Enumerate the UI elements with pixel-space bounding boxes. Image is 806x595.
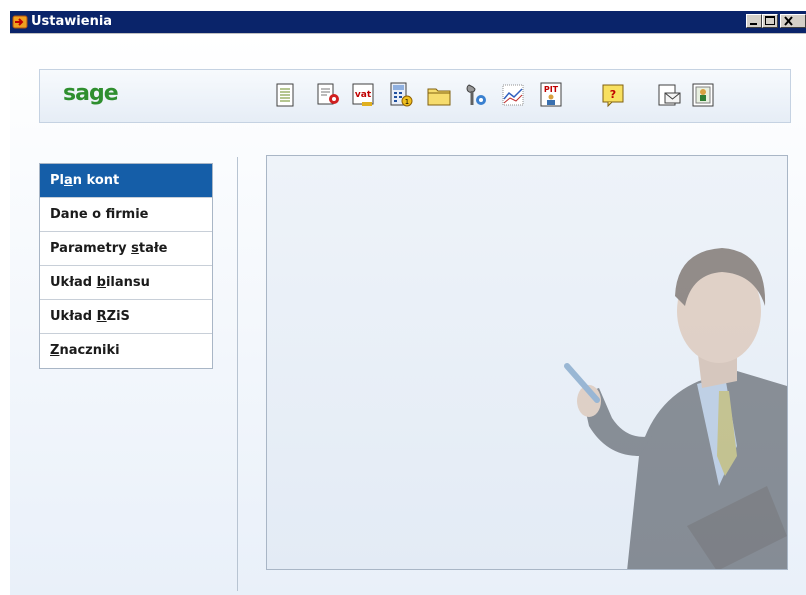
nav-label-key: a [63, 173, 73, 188]
close-button[interactable] [780, 14, 806, 28]
nav-label-pre: Parametry [50, 241, 132, 256]
settings-nav: Plan kont Dane o firmie Parametry stałe … [39, 163, 213, 369]
nav-label-pre: Układ [50, 309, 97, 324]
vat-icon[interactable]: vat [350, 81, 376, 109]
help-icon-label: ? [610, 88, 616, 101]
nav-label-key: R [96, 309, 107, 324]
app-icon [12, 14, 28, 30]
settings-document-icon[interactable] [315, 81, 341, 109]
nav-label-key: s [131, 241, 139, 256]
nav-item-parametry-stale[interactable]: Parametry stałe [40, 232, 212, 266]
vat-icon-label: vat [355, 90, 372, 100]
settings-window: Ustawienia sage vat 1 PIT ? Plan kont Da… [8, 9, 806, 595]
nav-label-post: rmie [115, 207, 149, 222]
nav-label-post: ZiS [106, 309, 130, 324]
nav-item-znaczniki[interactable]: Znaczniki [40, 334, 212, 368]
window-title: Ustawienia [31, 14, 113, 29]
nav-label-key: b [96, 275, 106, 290]
title-bar[interactable]: Ustawienia [10, 11, 806, 33]
tools-icon[interactable] [463, 81, 489, 109]
minimize-button[interactable] [746, 14, 762, 28]
pit-icon-label: PIT [544, 85, 559, 94]
contact-card-icon[interactable] [690, 81, 716, 109]
client-area: sage vat 1 PIT ? Plan kont Dane o frmie … [10, 33, 806, 595]
pit-icon[interactable]: PIT [538, 81, 564, 109]
nav-label-post: tałe [138, 241, 168, 256]
nav-label-pre: Dane o f [50, 207, 116, 222]
chart-icon[interactable] [500, 81, 526, 109]
nav-item-uklad-rzis[interactable]: Układ RZiS [40, 300, 212, 334]
nav-label-pre: Pl [50, 173, 64, 188]
nav-label-post: ilansu [105, 275, 150, 290]
folder-icon[interactable] [426, 81, 452, 109]
toolbar: sage vat 1 PIT ? [39, 69, 791, 123]
nav-item-plan-kont[interactable]: Plan kont [40, 164, 212, 198]
maximize-button[interactable] [762, 14, 778, 28]
nav-label-pre: Układ [50, 275, 97, 290]
sage-logo: sage [63, 81, 119, 106]
content-panel [266, 155, 788, 570]
nav-label-post: n kont [72, 173, 120, 188]
businessman-illustration [564, 248, 787, 569]
svg-text:1: 1 [405, 98, 409, 106]
mail-icon[interactable] [657, 81, 683, 109]
vertical-divider [237, 157, 238, 591]
nav-item-uklad-bilansu[interactable]: Układ bilansu [40, 266, 212, 300]
calculator-icon[interactable]: 1 [388, 81, 414, 109]
nav-item-dane-o-firmie[interactable]: Dane o firmie [40, 198, 212, 232]
nav-label-post: naczniki [59, 343, 120, 358]
help-icon[interactable]: ? [600, 81, 626, 109]
journal-icon[interactable] [272, 81, 298, 109]
